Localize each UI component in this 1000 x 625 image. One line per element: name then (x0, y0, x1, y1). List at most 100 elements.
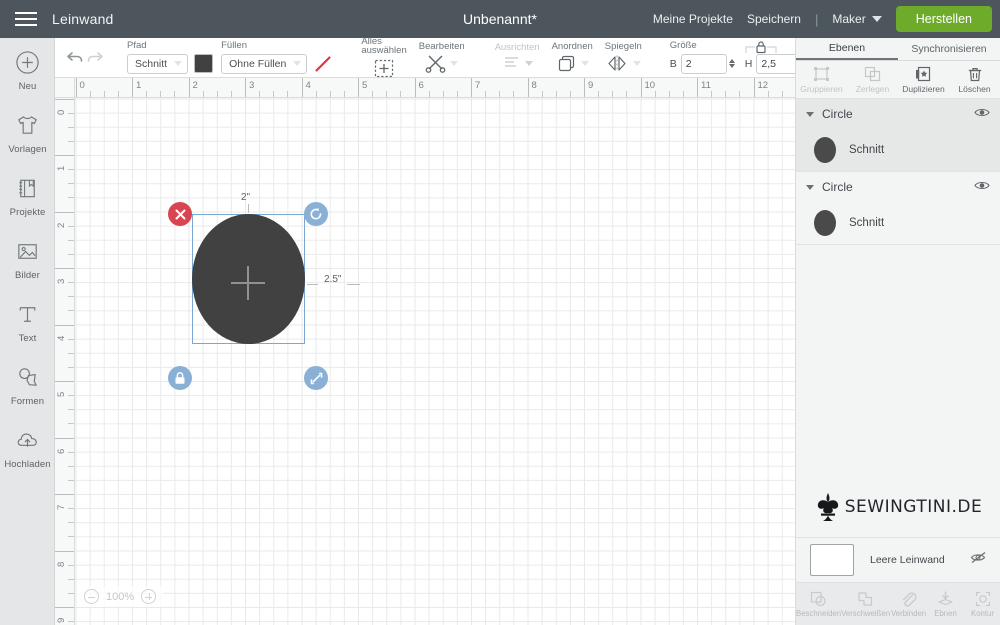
align-icon (504, 57, 518, 68)
layer-group-name: Circle (822, 180, 853, 194)
ungroup-icon (864, 66, 881, 81)
ruler-number: 5 (362, 80, 368, 91)
plus-circle-icon[interactable] (141, 589, 157, 604)
layer-group[interactable]: Circle Schnitt (796, 99, 1000, 172)
tab-ebenen[interactable]: Ebenen (796, 38, 898, 60)
mirror-caption: Spiegeln (604, 41, 642, 53)
arrange-caption: Anordnen (551, 41, 593, 53)
canvas-layer-row[interactable]: Leere Leinwand (796, 538, 1000, 583)
ruler-minor-tick (343, 91, 345, 97)
ruler-minor-tick (739, 91, 741, 97)
ruler-minor-tick (68, 508, 74, 510)
caret-down-icon[interactable] (806, 111, 814, 117)
width-stepper[interactable] (728, 59, 735, 69)
text-t-icon (19, 307, 36, 322)
design-canvas[interactable]: 0 1 2 3 4 5 6 7 8 9 10 11 12 0123456789 2" 2.5" (55, 78, 795, 625)
eye-icon[interactable] (974, 105, 990, 123)
panel-bottom-tools: Beschneiden Verschweißen Verbinden Ebnen… (796, 583, 1000, 625)
align-button[interactable]: Ausrichten (489, 43, 546, 73)
minus-circle-icon[interactable] (84, 589, 99, 604)
ruler-minor-tick (626, 91, 628, 97)
layer-group-header[interactable]: Circle (796, 172, 1000, 202)
mirror-button[interactable]: Spiegeln (599, 42, 648, 73)
sidebar-item-projekte[interactable]: Projekte (0, 164, 55, 227)
ruler-minor-tick (68, 310, 74, 312)
sidebar-item-bilder[interactable]: Bilder (0, 227, 55, 290)
ruler-number: 9 (56, 617, 67, 623)
sidebar-item-formen[interactable]: Formen (0, 353, 55, 416)
ruler-major-tick (471, 78, 472, 97)
path-color-swatch[interactable] (194, 54, 214, 74)
canvas-color-swatch[interactable] (810, 544, 854, 576)
eye-icon[interactable] (974, 178, 990, 196)
flatten-button[interactable]: Ebnen (927, 590, 964, 618)
ruler-number: 8 (531, 80, 537, 91)
scissors-icon (425, 55, 446, 74)
caret-down-icon[interactable] (806, 184, 814, 190)
ruler-major-tick (301, 78, 303, 97)
ruler-minor-tick (68, 296, 74, 298)
fleur-de-lis-icon (817, 492, 838, 521)
image-icon (18, 244, 37, 259)
layer-group-header[interactable]: Circle (796, 99, 1000, 129)
ruler-minor-tick (174, 91, 176, 97)
ruler-minor-tick (68, 564, 74, 566)
delete-button[interactable]: Löschen (949, 66, 1000, 94)
ruler-number: 11 (701, 80, 711, 91)
edit-button[interactable]: Bearbeiten (413, 42, 471, 74)
slice-button[interactable]: Beschneiden (796, 591, 841, 618)
height-guide-line-right (347, 284, 360, 285)
weld-button[interactable]: Verschweißen (841, 591, 890, 618)
make-it-button[interactable]: Herstellen (895, 6, 992, 32)
chevron-down-icon (293, 61, 302, 67)
resize-handle[interactable] (304, 366, 328, 390)
tab-synchronisieren[interactable]: Synchronisieren (898, 38, 1000, 60)
attach-button[interactable]: Verbinden (890, 591, 927, 618)
duplicate-button[interactable]: Duplizieren (898, 66, 949, 94)
ruler-major-tick (75, 78, 77, 97)
chevron-down-icon (450, 60, 459, 66)
sidebar-item-neu[interactable]: Neu (0, 38, 55, 101)
redo-arrow-icon[interactable] (85, 45, 105, 71)
layer-row-label: Schnitt (849, 217, 885, 229)
no-fill-slash-icon[interactable] (313, 54, 333, 74)
contour-button[interactable]: Kontur (964, 591, 1000, 618)
group-button[interactable]: Gruppieren (796, 66, 847, 94)
eye-off-icon[interactable] (970, 551, 987, 569)
sidebar-item-hochladen[interactable]: Hochladen (0, 416, 55, 479)
contour-icon (975, 591, 990, 606)
arrange-button[interactable]: Anordnen (546, 42, 599, 73)
rotate-handle[interactable] (304, 202, 328, 226)
ruler-major-tick (55, 324, 74, 326)
ruler-minor-tick (230, 91, 232, 97)
sidebar-item-text[interactable]: Text (0, 290, 55, 353)
layer-row[interactable]: Schnitt (796, 129, 1000, 171)
ungroup-button[interactable]: Zerlegen (847, 66, 898, 94)
width-input[interactable] (680, 53, 727, 74)
undo-arrow-icon[interactable] (65, 45, 85, 71)
center-crosshair-icon (231, 266, 265, 300)
canvas-grid[interactable]: 2" 2.5" (75, 98, 795, 625)
select-all-button[interactable]: Alles auswählen (355, 36, 412, 79)
ruler-number: 7 (56, 504, 67, 510)
vertical-ruler: 0 1 2 3 4 5 6 7 8 9 (55, 98, 75, 625)
layer-row[interactable]: Schnitt (796, 202, 1000, 244)
ruler-number: 2 (56, 222, 67, 228)
ruler-major-tick (414, 78, 416, 97)
hamburger-icon[interactable] (0, 0, 52, 38)
sidebar-item-vorlagen[interactable]: Vorlagen (0, 101, 55, 164)
layer-row-label: Schnitt (849, 144, 885, 156)
ruler-major-tick (55, 494, 74, 495)
fill-select[interactable]: Ohne Füllen (221, 53, 308, 74)
delete-handle[interactable] (168, 202, 192, 226)
lock-icon[interactable] (744, 40, 778, 55)
layer-group[interactable]: Circle Schnitt (796, 172, 1000, 245)
machine-selector[interactable]: Maker (832, 12, 882, 26)
layer-group-name: Circle (822, 107, 853, 121)
lock-handle[interactable] (168, 366, 192, 390)
my-projects-link[interactable]: Meine Projekte (653, 12, 733, 26)
save-button[interactable]: Speichern (747, 12, 801, 26)
path-operation-select[interactable]: Schnitt (127, 53, 189, 74)
ruler-minor-tick (68, 479, 74, 481)
ruler-minor-tick (68, 169, 74, 171)
